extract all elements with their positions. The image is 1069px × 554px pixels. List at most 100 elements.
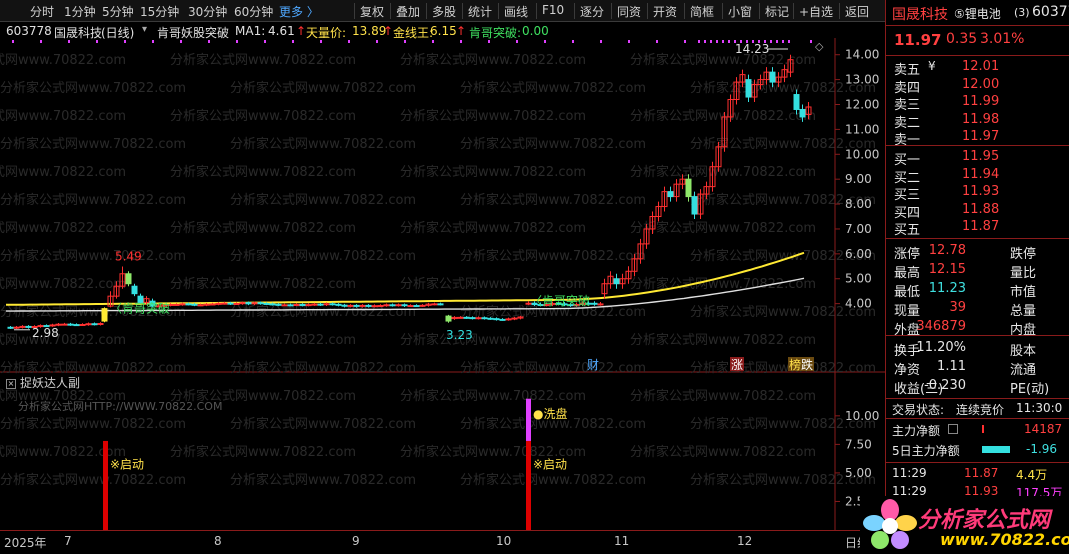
bid-row[interactable]: 买三 11.93 <box>886 183 1069 201</box>
bid-row[interactable]: 买二 11.94 <box>886 166 1069 184</box>
main-net-icon[interactable] <box>948 424 958 434</box>
expand-icon[interactable]: × <box>6 379 16 389</box>
candle <box>324 304 329 305</box>
svg-text:分析家公式网www.70822.com: 分析家公式网www.70822.com <box>460 136 646 152</box>
x-tick: 9 <box>352 534 360 548</box>
marker-die: 跌 <box>801 357 813 372</box>
candle <box>408 306 413 307</box>
candle <box>494 319 499 320</box>
candle <box>354 305 359 306</box>
y-tick: 7.00 <box>845 222 872 236</box>
main-net5-bar <box>982 446 1010 453</box>
toolbar-btn-10[interactable]: 小窗 <box>728 3 752 20</box>
sub-chart-title[interactable]: × 捉妖达人副 <box>6 374 80 391</box>
stat-right-label: 总量 <box>1010 300 1036 319</box>
svg-text:分析家公式网www.70822.com: 分析家公式网www.70822.com <box>230 416 416 432</box>
stock-code: 603778 <box>6 24 52 38</box>
bid-price: 11.93 <box>962 184 999 199</box>
toolbar-btn-7[interactable]: 同资 <box>617 3 641 20</box>
kenge-value: 0.00 <box>522 24 549 38</box>
candle <box>438 304 443 305</box>
svg-text:分析家公式网www.70822.com: 分析家公式网www.70822.com <box>690 360 876 376</box>
toolbar-btn-13[interactable]: 返回 <box>845 3 869 20</box>
candle <box>282 305 287 306</box>
stat-right-label: 跌停 <box>1010 243 1036 262</box>
period-tab-1[interactable]: 1分钟 <box>64 3 96 20</box>
toolbar-btn-1[interactable]: 叠加 <box>396 3 420 20</box>
toolbar-btn-4[interactable]: 画线 <box>504 3 528 20</box>
toolbar-btn-8[interactable]: 开资 <box>653 3 677 20</box>
sub-y-tick: 10.00 <box>845 409 879 423</box>
svg-text:分析家公式网www.70822.com: 分析家公式网www.70822.com <box>630 220 816 236</box>
marker-zhang: 涨 <box>731 357 743 372</box>
toolbar-btn-12[interactable]: +自选 <box>799 3 833 20</box>
ask-row[interactable]: 卖二 11.98 <box>886 111 1069 129</box>
ask-row[interactable]: 卖四 12.00 <box>886 76 1069 94</box>
toolbar-btn-0[interactable]: 复权 <box>360 3 384 20</box>
candle <box>420 305 425 306</box>
yen-icon: ¥ <box>928 59 936 73</box>
sector-count: (3) <box>1014 6 1030 19</box>
candle <box>598 304 603 305</box>
stats-block: 涨停 12.78 跌停 最高 12.15 量比 最低 11.23 市值 现量 39 总量 外盘 34687… <box>886 238 1069 334</box>
dropdown-icon[interactable]: ▾ <box>142 24 147 35</box>
candle <box>500 319 505 320</box>
period-tab-0[interactable]: 分时 <box>30 3 54 20</box>
start-bar-2 <box>526 441 531 530</box>
low-mid-label: 3.23 <box>446 328 473 342</box>
toolbar-btn-11[interactable]: 标记 <box>765 3 789 20</box>
ma-value: 4.61 <box>268 24 295 38</box>
ask-row[interactable]: 卖五 ¥12.01 <box>886 58 1069 76</box>
toolbar-btn-2[interactable]: 多股 <box>432 3 456 20</box>
svg-text:分析家公式网www.70822.com: 分析家公式网www.70822.com <box>230 304 416 320</box>
period-tab-2[interactable]: 5分钟 <box>102 3 134 20</box>
period-tab-6[interactable]: 更多 〉 <box>279 3 319 20</box>
candle <box>300 304 305 305</box>
bid-row[interactable]: 买一 11.95 <box>886 148 1069 166</box>
candle <box>402 305 407 306</box>
sector-tag[interactable]: ⑤锂电池 <box>954 5 1001 22</box>
bid-row[interactable]: 买四 11.88 <box>886 201 1069 219</box>
svg-text:分析家公式网www.70822.com: 分析家公式网www.70822.com <box>460 472 646 488</box>
toolbar-divider <box>354 3 355 19</box>
toolbar-divider <box>611 3 612 19</box>
candle <box>126 274 131 284</box>
ask-price: 11.99 <box>962 94 999 109</box>
svg-text:分析家公式网www.70822.com: 分析家公式网www.70822.com <box>0 192 186 208</box>
toolbar-btn-6[interactable]: 逐分 <box>580 3 604 20</box>
main-net5-value: -1.96 <box>1026 442 1057 456</box>
tianliang-arrow: ↑ <box>383 24 393 38</box>
svg-text:分析家公式网www.70822.com: 分析家公式网www.70822.com <box>230 136 416 152</box>
stat-label: 净资 <box>894 359 920 378</box>
toolbar-divider <box>390 3 391 19</box>
bid-row[interactable]: 买五 11.87 <box>886 218 1069 236</box>
marker-cai: 财 <box>587 358 599 372</box>
toolbar-btn-5[interactable]: F10 <box>542 3 564 17</box>
stat-right-label: 市值 <box>1010 281 1036 300</box>
logo-url: www.70822.com <box>940 530 1069 549</box>
stat-value: -0.230 <box>924 378 966 393</box>
candle <box>276 304 281 305</box>
x-tick: 8 <box>214 534 222 548</box>
candle <box>264 303 269 304</box>
stat-row: 净资 1.11 流通 <box>886 358 1069 376</box>
period-tab-5[interactable]: 60分钟 <box>234 3 273 20</box>
svg-text:分析家公式网www.70822.com: 分析家公式网www.70822.com <box>0 52 126 68</box>
y-tick: 12.00 <box>845 97 879 111</box>
stat-value: 11.20% <box>916 340 966 355</box>
quote-panel: 国晟科技 ⑤锂电池 (3) 603778 11.97 0.35 3.01% 卖五… <box>885 0 1069 554</box>
period-tab-3[interactable]: 15分钟 <box>140 3 179 20</box>
x-tick: 7 <box>64 534 72 548</box>
period-tab-4[interactable]: 30分钟 <box>188 3 227 20</box>
candle <box>180 304 185 305</box>
svg-text:分析家公式网www.70822.com: 分析家公式网www.70822.com <box>230 80 416 96</box>
bid-price: 11.88 <box>962 202 999 217</box>
ask-row[interactable]: 卖一 11.97 <box>886 128 1069 146</box>
ask-row[interactable]: 卖三 11.99 <box>886 93 1069 111</box>
candle <box>92 324 97 325</box>
toolbar-btn-9[interactable]: 简框 <box>690 3 714 20</box>
kline-chart[interactable]: 分析家公式网www.70822.com 分析家公式网www.70822.com 分析… <box>0 38 885 530</box>
stat-row: 现量 39 总量 <box>886 299 1069 317</box>
breakout-label-2: 〈肯哥突破 <box>530 293 590 308</box>
toolbar-btn-3[interactable]: 统计 <box>468 3 492 20</box>
